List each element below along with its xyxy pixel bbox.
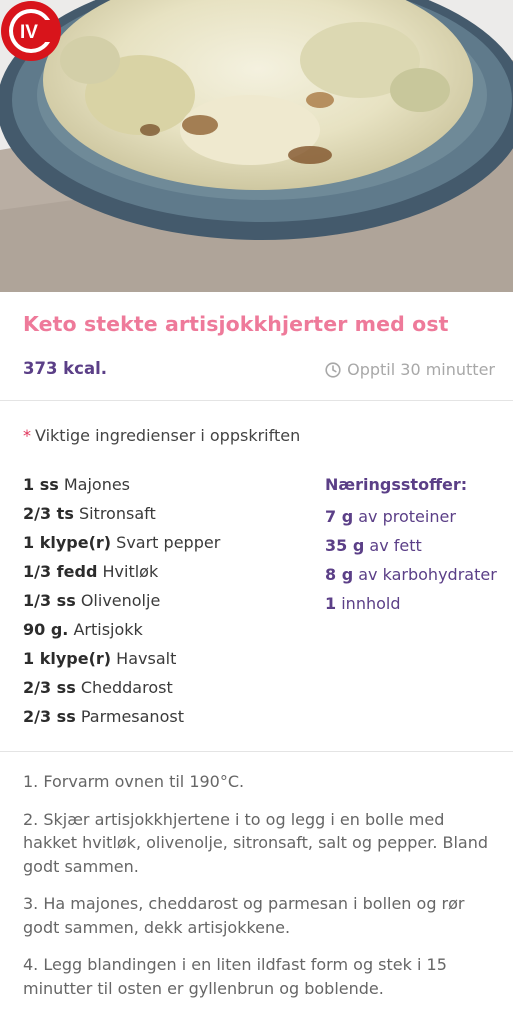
svg-text:IV: IV [20, 22, 38, 43]
ingredient-name: Havsalt [116, 649, 177, 668]
nutrients-list: 7 g av proteiner 35 g av fett 8 g av karbo… [325, 502, 505, 618]
ingredient-list: 1 ss Majones 2/3 ts Sitronsaft 1 klype(r) … [23, 473, 220, 734]
ingredient-quantity: 1 klype(r) [23, 533, 112, 552]
instruction-step: 1. Forvarm ovnen til 190°C. [23, 772, 245, 791]
nutrient-label: innhold [341, 594, 401, 613]
nutrient-item: 8 g av karbohydrater [325, 560, 505, 589]
ingredient-item: 1 klype(r) Svart pepper [23, 531, 220, 560]
ingredient-quantity: 2/3 ts [23, 504, 74, 523]
ingredient-quantity: 1/3 fedd [23, 562, 98, 581]
recipe-photo: IV [0, 0, 513, 292]
ingredient-name: Artisjokk [73, 620, 143, 639]
nutrient-value: 8 g [325, 565, 354, 584]
key-ingredients-note: * Viktige ingredienser i oppskriften [23, 426, 301, 445]
nutrient-item: 7 g av proteiner [325, 502, 505, 531]
nutrient-value: 35 g [325, 536, 365, 555]
ingredient-name: Svart pepper [116, 533, 221, 552]
ingredient-quantity: 1 ss [23, 475, 59, 494]
nutrient-value: 1 [325, 594, 337, 613]
calories-value: 373 kcal. [23, 359, 107, 378]
brand-logo-icon: IV [1, 1, 61, 61]
nutrient-item: 1 innhold [325, 589, 505, 618]
ingredient-quantity: 2/3 ss [23, 707, 76, 726]
ingredient-name: Parmesanost [80, 707, 184, 726]
instruction-step: 3. Ha majones, cheddarost og parmesan i … [23, 894, 465, 937]
nutrient-label: av fett [369, 536, 422, 555]
asterisk-icon: * [23, 426, 31, 445]
instruction-step: 4. Legg blandingen i en liten ildfast fo… [23, 955, 447, 998]
nutrient-label: av proteiner [358, 507, 456, 526]
ingredient-name: Cheddarost [80, 678, 173, 697]
ingredient-quantity: 1/3 ss [23, 591, 76, 610]
ingredient-name: Hvitløk [102, 562, 159, 581]
ingredient-item: 2/3 ss Parmesanost [23, 705, 220, 734]
ingredient-name: Majones [63, 475, 131, 494]
ingredient-quantity: 90 g. [23, 620, 69, 639]
ingredient-item: 1/3 fedd Hvitløk [23, 560, 220, 589]
ingredient-item: 1 klype(r) Havsalt [23, 647, 220, 676]
nutrient-label: av karbohydrater [358, 565, 497, 584]
ingredient-name: Sitronsaft [78, 504, 156, 523]
recipe-title: Keto stekte artisjokkhjerter med ost [23, 312, 449, 336]
divider [0, 400, 513, 401]
ingredient-item: 1/3 ss Olivenolje [23, 589, 220, 618]
clock-icon [325, 361, 341, 378]
ingredient-name: Olivenolje [80, 591, 161, 610]
instruction-step: 2. Skjær artisjokkhjertene i to og legg … [23, 809, 489, 876]
dish-illustration [0, 0, 513, 292]
ingredient-item: 90 g. Artisjokk [23, 618, 220, 647]
ingredient-item: 1 ss Majones [23, 473, 220, 502]
cooking-time-label: Opptil 30 minutter [347, 360, 495, 379]
nutrient-item: 35 g av fett [325, 531, 505, 560]
ingredient-item: 2/3 ss Cheddarost [23, 676, 220, 705]
cooking-time: Opptil 30 minutter [325, 360, 495, 379]
ingredient-item: 2/3 ts Sitronsaft [23, 502, 220, 531]
divider [0, 751, 513, 752]
nutrients-panel: Næringsstoffer: 7 g av proteiner 35 g av … [325, 473, 505, 618]
nutrient-value: 7 g [325, 507, 354, 526]
instruction-steps: 1. Forvarm ovnen til 190°C. 2. Skjær arti… [23, 770, 493, 1014]
ingredient-quantity: 1 klype(r) [23, 649, 112, 668]
nutrients-title: Næringsstoffer: [325, 475, 468, 494]
ingredient-quantity: 2/3 ss [23, 678, 76, 697]
